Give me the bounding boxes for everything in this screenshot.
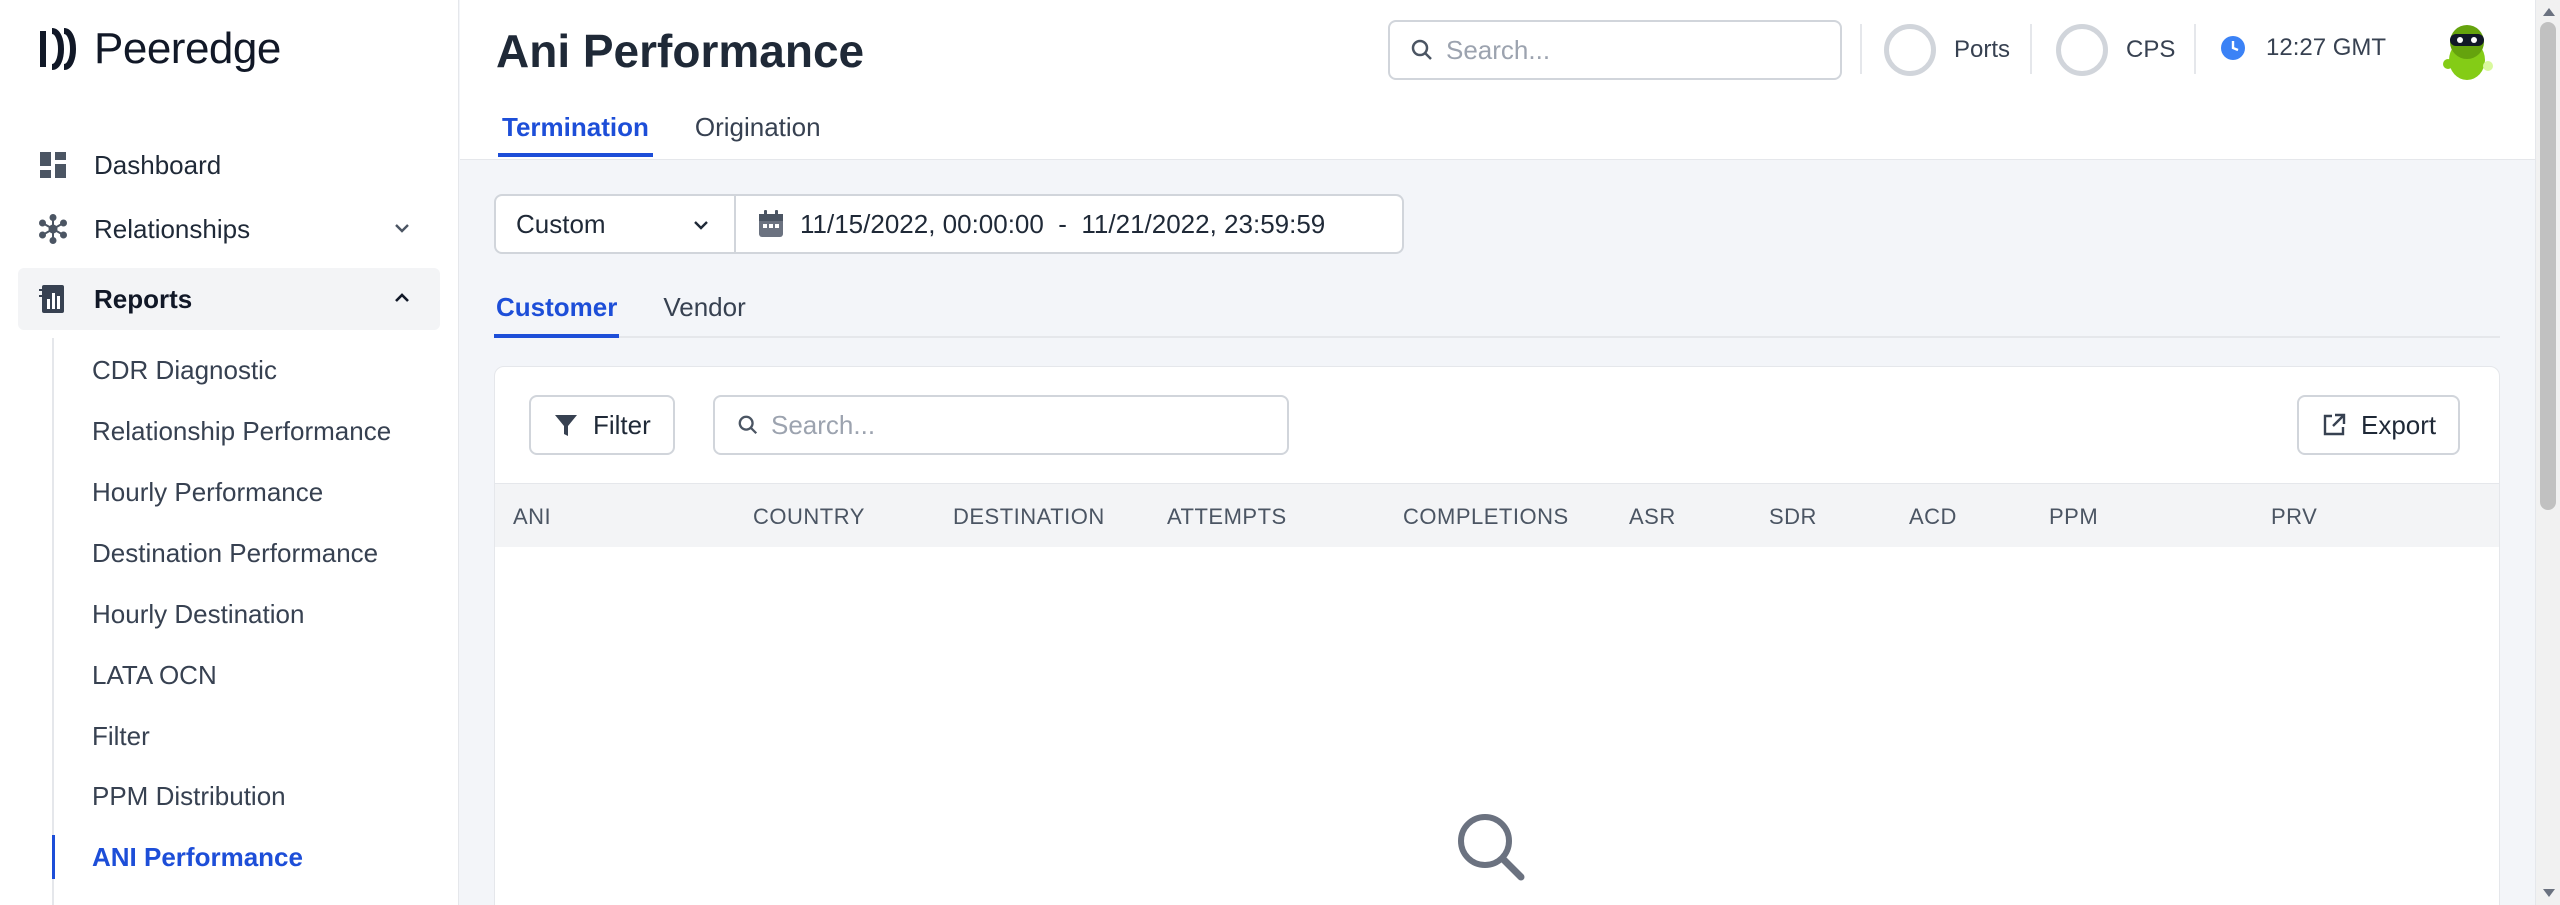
filter-button-label: Filter xyxy=(593,409,651,440)
column-header-completions[interactable]: COMPLETIONS xyxy=(1403,504,1569,530)
table-search-input[interactable] xyxy=(771,409,1271,441)
column-header-sdr[interactable]: SDR xyxy=(1769,504,1817,530)
clock-time: 12:27 GMT xyxy=(2266,34,2387,61)
cps-gauge[interactable]: CPS xyxy=(2056,24,2175,76)
nav-item-reports[interactable]: Reports xyxy=(18,268,440,330)
reports-icon xyxy=(38,284,68,314)
clock: 12:27 GMT xyxy=(2220,34,2386,62)
party-tabs: Customer Vendor xyxy=(494,288,2500,338)
date-range-picker: Custom 11/15/2022, 00:00:00 - 11/21/2022… xyxy=(494,194,1404,254)
header-divider xyxy=(1860,24,1862,74)
search-icon xyxy=(1411,39,1432,60)
column-header-asr[interactable]: ASR xyxy=(1629,504,1676,530)
sidebar: Peeredge Dashboard Relationships Reports… xyxy=(0,0,459,905)
header-divider xyxy=(2194,24,2196,74)
nav-item-relationships[interactable]: Relationships xyxy=(18,198,440,260)
report-type-tabs: Termination Origination xyxy=(498,108,863,157)
tab-vendor[interactable]: Vendor xyxy=(661,288,747,336)
sidebar-item-cdr-diagnostic[interactable]: CDR Diagnostic xyxy=(52,342,442,398)
global-search-input[interactable] xyxy=(1446,34,1826,66)
app-name: Peeredge xyxy=(94,24,281,73)
nav-label: Dashboard xyxy=(94,149,222,180)
tab-termination[interactable]: Termination xyxy=(498,108,653,157)
tab-origination[interactable]: Origination xyxy=(691,108,825,157)
sidebar-item-filter[interactable]: Filter xyxy=(52,708,442,764)
range-dates-value: 11/15/2022, 00:00:00 - 11/21/2022, 23:59… xyxy=(800,208,1326,239)
calendar-icon xyxy=(759,210,783,237)
header-divider xyxy=(2030,24,2032,74)
nav-label: Relationships xyxy=(94,213,251,244)
export-button[interactable]: Export xyxy=(2297,395,2461,455)
filter-button[interactable]: Filter xyxy=(529,395,675,455)
external-link-icon xyxy=(2323,413,2346,436)
page-title: Ani Performance xyxy=(496,25,865,77)
range-preset-select[interactable]: Custom xyxy=(496,196,736,252)
sidebar-item-lata-ocn[interactable]: LATA OCN xyxy=(52,647,442,703)
column-header-ppm[interactable]: PPM xyxy=(2049,504,2098,530)
app-logo[interactable]: Peeredge xyxy=(38,24,281,74)
column-header-prv[interactable]: PRV xyxy=(2271,504,2317,530)
scroll-up-icon[interactable] xyxy=(2543,8,2555,16)
table-search[interactable] xyxy=(713,395,1289,455)
column-header-attempts[interactable]: ATTEMPTS xyxy=(1167,504,1287,530)
export-button-label: Export xyxy=(2361,409,2437,440)
sidebar-item-ppm-distribution[interactable]: PPM Distribution xyxy=(52,768,442,824)
nav-item-dashboard[interactable]: Dashboard xyxy=(18,134,440,196)
scroll-down-icon[interactable] xyxy=(2543,889,2555,897)
global-search[interactable] xyxy=(1388,20,1842,80)
results-card: Filter Export ANI COUNTRY DESTINATION AT… xyxy=(494,366,2500,905)
user-avatar[interactable] xyxy=(2438,20,2496,82)
scroll-thumb[interactable] xyxy=(2540,22,2556,510)
peeredge-logo-icon xyxy=(40,28,76,70)
search-icon xyxy=(738,415,758,435)
page-header: Ani Performance Ports CPS 12:27 GMT Term… xyxy=(460,0,2535,160)
empty-state-search-icon xyxy=(1458,814,1525,881)
clock-icon xyxy=(2221,36,2245,60)
sidebar-item-hourly-destination[interactable]: Hourly Destination xyxy=(52,586,442,642)
sidebar-item-relationship-performance[interactable]: Relationship Performance xyxy=(52,403,442,459)
nav-label: Reports xyxy=(94,283,193,314)
ports-gauge[interactable]: Ports xyxy=(1884,24,2010,76)
table-header: ANI COUNTRY DESTINATION ATTEMPTS COMPLET… xyxy=(495,483,2499,547)
column-header-ani[interactable]: ANI xyxy=(513,504,551,530)
page-scrollbar[interactable] xyxy=(2535,0,2560,905)
cps-label: CPS xyxy=(2126,36,2176,63)
column-header-country[interactable]: COUNTRY xyxy=(753,504,865,530)
column-header-acd[interactable]: ACD xyxy=(1909,504,1957,530)
cps-ring-icon xyxy=(2056,24,2108,76)
ports-label: Ports xyxy=(1954,36,2011,63)
sidebar-item-hourly-performance[interactable]: Hourly Performance xyxy=(52,464,442,520)
range-preset-value: Custom xyxy=(516,208,606,239)
sidebar-item-ani-performance[interactable]: ANI Performance xyxy=(52,829,442,885)
chevron-down-icon xyxy=(694,221,708,230)
chevron-up-icon[interactable] xyxy=(392,288,412,308)
filter-icon xyxy=(555,415,577,436)
tab-customer[interactable]: Customer xyxy=(494,288,620,338)
dashboard-icon xyxy=(38,150,68,180)
ports-ring-icon xyxy=(1884,24,1936,76)
chevron-down-icon[interactable] xyxy=(392,218,412,238)
relationships-icon xyxy=(38,214,68,244)
column-header-destination[interactable]: DESTINATION xyxy=(953,504,1105,530)
range-dates-field[interactable]: 11/15/2022, 00:00:00 - 11/21/2022, 23:59… xyxy=(736,196,1325,252)
sidebar-item-destination-performance[interactable]: Destination Performance xyxy=(52,525,442,581)
